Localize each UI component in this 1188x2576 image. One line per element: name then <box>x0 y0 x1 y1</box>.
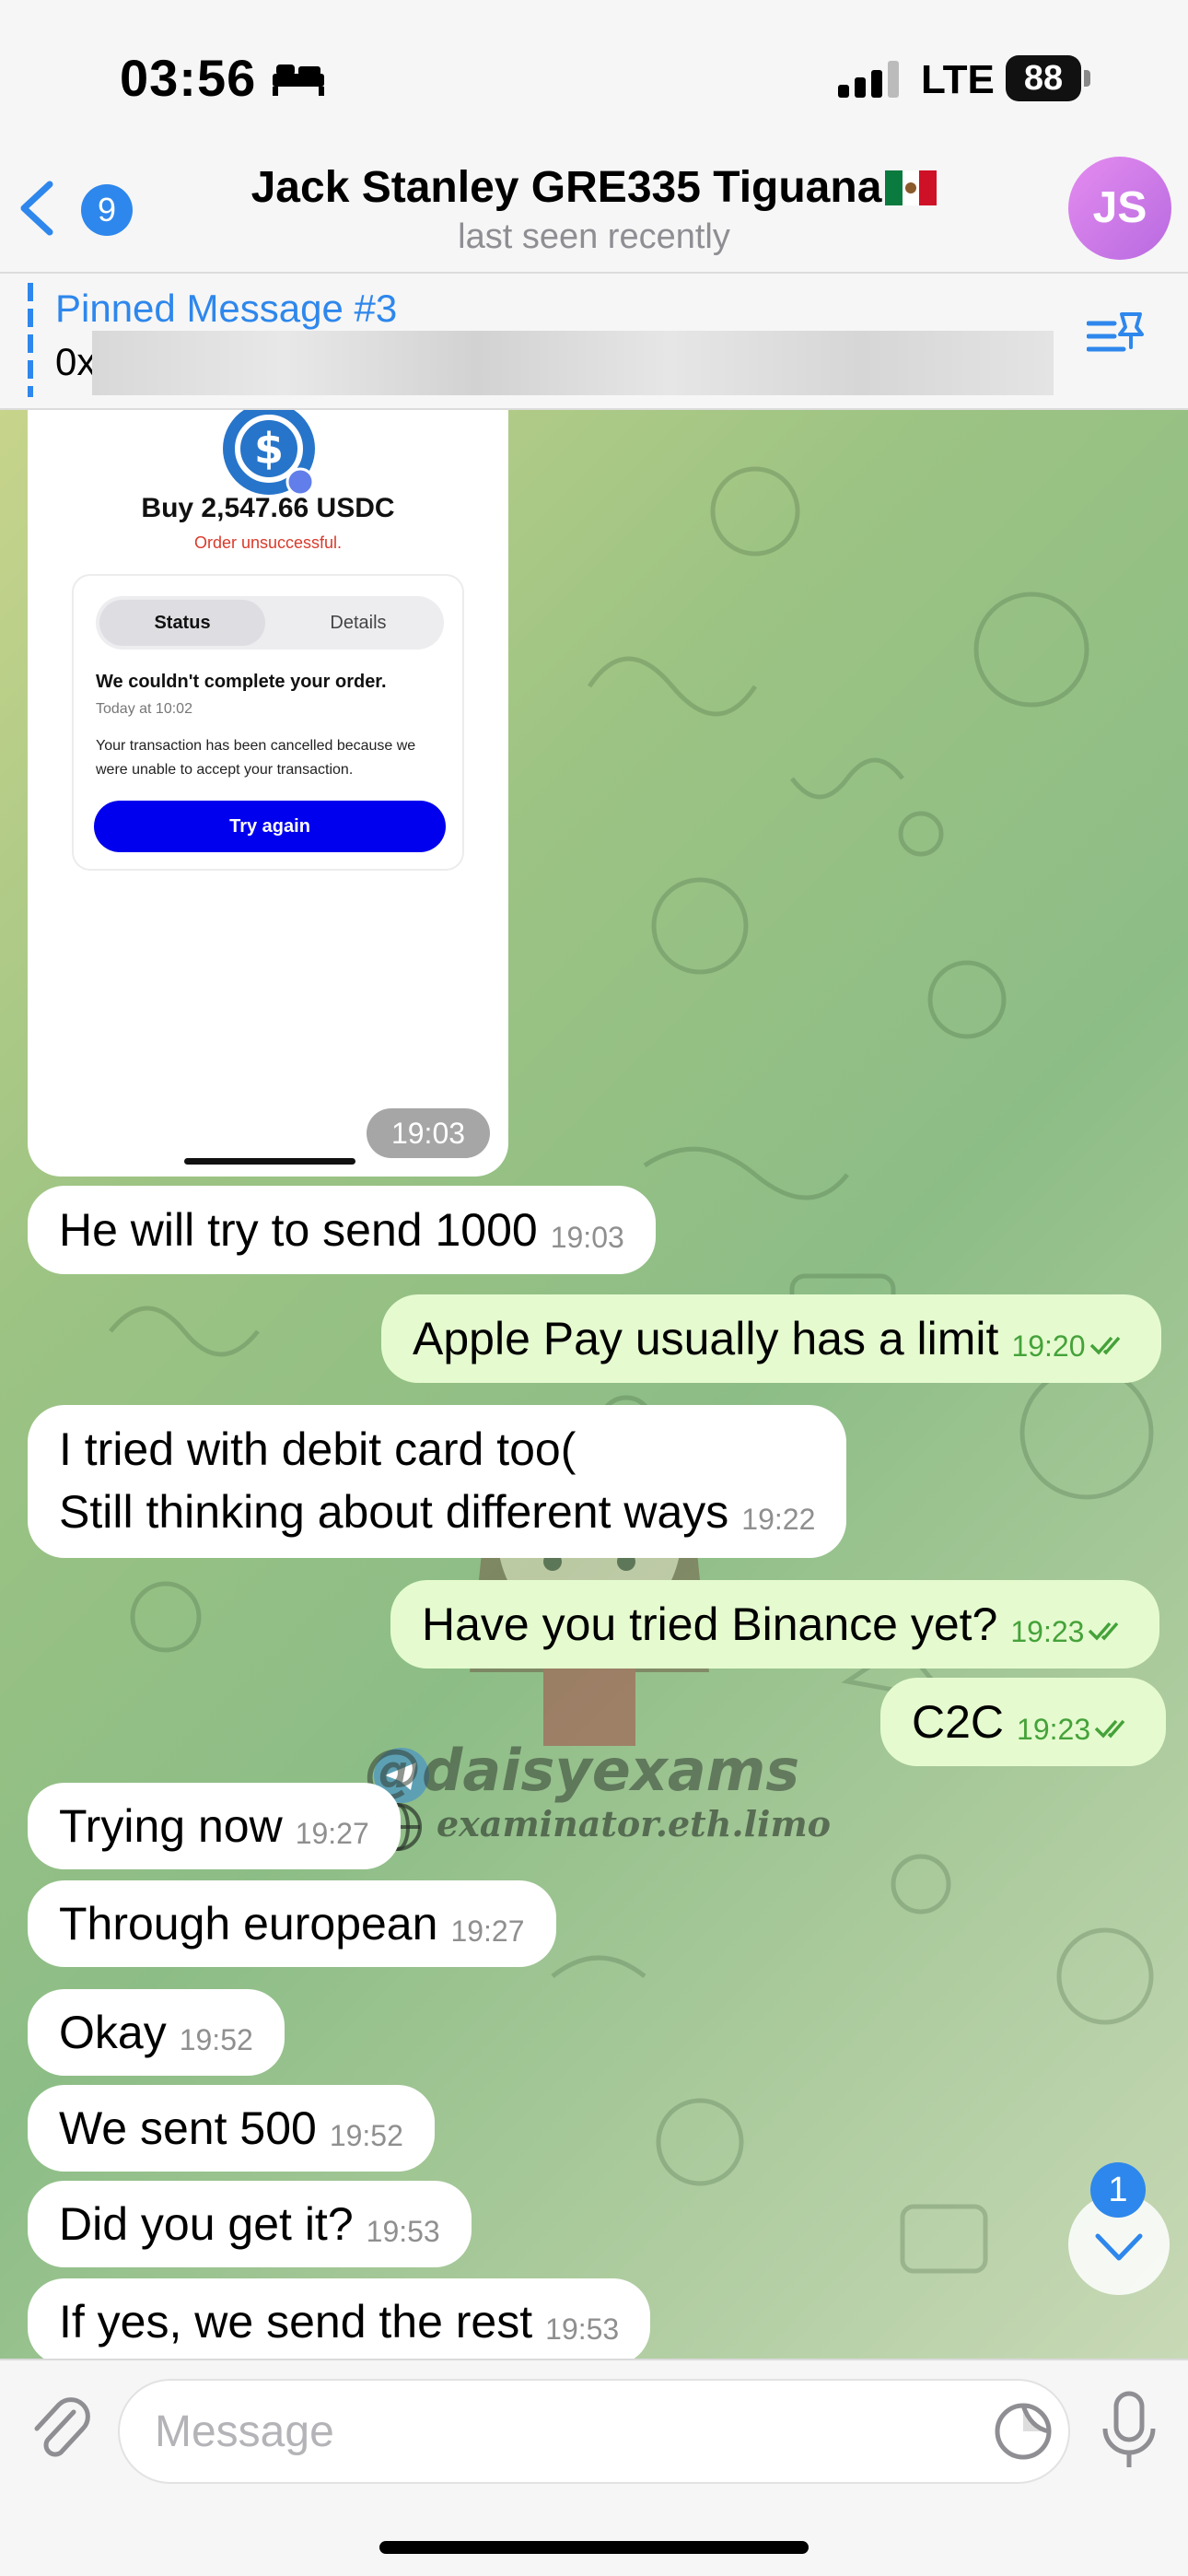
microphone-icon[interactable] <box>1096 2390 1162 2473</box>
read-checkmarks-icon <box>1094 1719 1125 1739</box>
pinned-indicator <box>28 283 33 397</box>
order-error-body: Your transaction has been cancelled beca… <box>96 738 416 778</box>
tab-details: Details <box>330 613 387 633</box>
message-time: 19:53 <box>366 2215 440 2248</box>
message-text: Have you tried Binance yet? <box>422 1598 998 1650</box>
last-seen-status: last seen recently <box>458 217 730 256</box>
message-bubble-outgoing[interactable]: Apple Pay usually has a limit 19:20 <box>381 1294 1161 1383</box>
cellular-signal-icon <box>838 61 899 98</box>
read-checkmarks-icon <box>1089 1336 1120 1355</box>
message-text: We sent 500 <box>59 2102 317 2154</box>
photo-message[interactable]: $ Buy 2,547.66 USDC Order unsuccessful. … <box>28 410 508 1177</box>
pinned-list-icon[interactable] <box>1087 310 1146 362</box>
contact-avatar[interactable]: JS <box>1068 157 1171 260</box>
message-text: Okay <box>59 2007 167 2058</box>
message-time: 19:53 <box>545 2313 620 2346</box>
buy-amount: Buy 2,547.66 USDC <box>141 493 395 523</box>
message-composer <box>0 2359 1188 2576</box>
message-time: 19:52 <box>329 2119 403 2152</box>
pinned-message-bar[interactable]: Pinned Message #3 0x <box>0 272 1188 410</box>
chat-history[interactable]: $ Buy 2,547.66 USDC Order unsuccessful. … <box>0 410 1188 2359</box>
message-text: Did you get it? <box>59 2198 354 2250</box>
message-bubble-incoming[interactable]: If yes, we send the rest 19:53 <box>28 2278 651 2359</box>
message-text-line-2: Still thinking about different ways <box>59 1486 729 1538</box>
sticker-icon[interactable] <box>991 2399 1055 2464</box>
message-time: 19:52 <box>179 2023 253 2056</box>
watermark-site: examinator.eth.limo <box>437 1803 832 1844</box>
message-time: 19:23 <box>1010 1615 1085 1648</box>
message-bubble-incoming[interactable]: Trying now 19:27 <box>28 1783 401 1869</box>
message-time: 19:03 <box>367 1108 490 1158</box>
message-text: C2C <box>912 1696 1005 1748</box>
message-time: 19:27 <box>450 1914 525 1948</box>
message-text: Trying now <box>59 1800 283 1852</box>
message-bubble-outgoing[interactable]: C2C 19:23 <box>880 1678 1167 1766</box>
message-text: He will try to send 1000 <box>59 1204 538 1256</box>
chevron-down-icon <box>1095 2233 1143 2261</box>
try-again-button: Try again <box>94 801 446 852</box>
order-status: Order unsuccessful. <box>193 533 343 552</box>
order-error-heading: We couldn't complete your order. <box>96 672 387 692</box>
pinned-message-title: Pinned Message #3 <box>55 287 398 330</box>
message-bubble-outgoing[interactable]: Have you tried Binance yet? 19:23 <box>390 1580 1160 1669</box>
screenshot-home-indicator <box>184 1158 355 1165</box>
svg-text:$: $ <box>254 424 284 474</box>
segmented-control: Status Details <box>96 596 444 650</box>
message-time: 19:03 <box>550 1221 624 1254</box>
order-screenshot: $ Buy 2,547.66 USDC Order unsuccessful. … <box>28 410 508 1177</box>
pinned-message-text: 0x <box>55 340 97 383</box>
unread-messages-badge: 1 <box>1090 2162 1146 2218</box>
order-time: Today at 10:02 <box>96 701 192 717</box>
battery-tip <box>1084 70 1090 87</box>
tab-status: Status <box>99 600 265 646</box>
home-indicator <box>379 2541 809 2554</box>
order-card: Status Details We couldn't complete your… <box>72 574 464 871</box>
sleep-focus-icon <box>273 64 324 96</box>
message-bubble-incoming[interactable]: Okay 19:52 <box>28 1989 285 2076</box>
message-time: 19:27 <box>295 1817 369 1850</box>
usdc-logo-icon: $ <box>223 410 315 497</box>
pinned-message-redaction <box>92 331 1054 395</box>
read-checkmarks-icon <box>1089 1622 1119 1641</box>
battery-icon: 88 <box>1006 55 1090 101</box>
watermark-handle: @daisyexams <box>365 1737 800 1804</box>
chat-title[interactable]: Jack Stanley GRE335 Tiguana <box>0 162 1188 213</box>
clock: 03:56 <box>120 49 257 107</box>
network-type: LTE <box>921 57 995 102</box>
message-text: If yes, we send the rest <box>59 2296 533 2348</box>
chat-title-text: Jack Stanley GRE335 Tiguana <box>250 163 882 212</box>
message-bubble-incoming[interactable]: Through european 19:27 <box>28 1880 556 1967</box>
message-bubble-incoming[interactable]: He will try to send 1000 19:03 <box>28 1186 656 1274</box>
battery-level: 88 <box>1006 55 1081 101</box>
message-bubble-incoming[interactable]: We sent 500 19:52 <box>28 2085 435 2172</box>
chat-header: 9 Jack Stanley GRE335 Tiguana last seen … <box>0 157 1188 272</box>
message-time: 19:23 <box>1017 1713 1091 1746</box>
message-text: Through european <box>59 1898 438 1950</box>
message-text-line-1: I tried with debit card too( <box>59 1423 577 1475</box>
message-input[interactable] <box>118 2379 1070 2484</box>
message-text: Apple Pay usually has a limit <box>413 1313 999 1364</box>
message-time: 19:20 <box>1011 1329 1086 1363</box>
message-bubble-incoming[interactable]: I tried with debit card too( Still think… <box>28 1405 847 1558</box>
message-time: 19:22 <box>741 1503 816 1536</box>
paperclip-icon[interactable] <box>28 2392 92 2465</box>
message-bubble-incoming[interactable]: Did you get it? 19:53 <box>28 2181 472 2267</box>
mexico-flag-icon <box>885 170 938 205</box>
status-bar: 03:56 LTE 88 <box>0 0 1188 157</box>
